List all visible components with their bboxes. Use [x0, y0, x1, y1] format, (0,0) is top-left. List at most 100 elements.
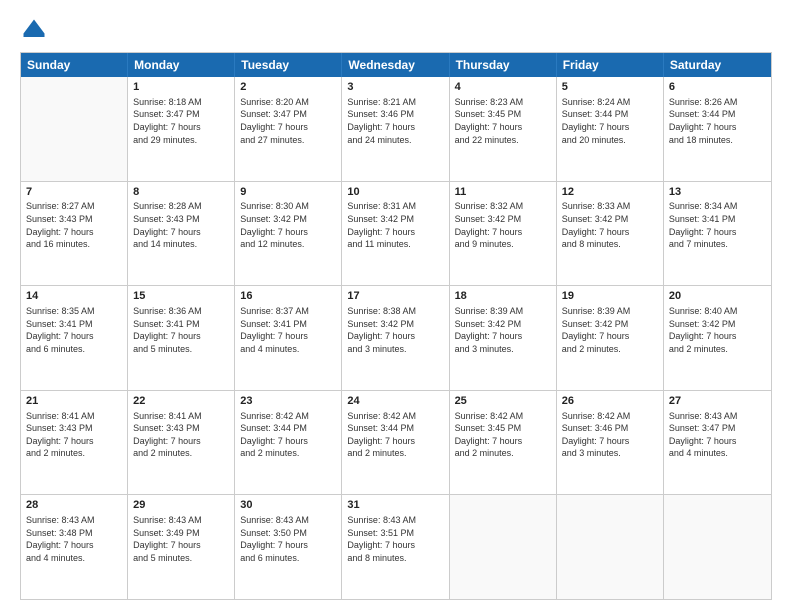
day-info: Sunrise: 8:30 AM Sunset: 3:42 PM Dayligh…: [240, 200, 336, 250]
day-info: Sunrise: 8:43 AM Sunset: 3:49 PM Dayligh…: [133, 514, 229, 564]
day-info: Sunrise: 8:43 AM Sunset: 3:48 PM Dayligh…: [26, 514, 122, 564]
day-number: 17: [347, 289, 443, 304]
header-day-monday: Monday: [128, 53, 235, 77]
day-info: Sunrise: 8:31 AM Sunset: 3:42 PM Dayligh…: [347, 200, 443, 250]
day-number: 5: [562, 80, 658, 95]
header-day-sunday: Sunday: [21, 53, 128, 77]
day-number: 3: [347, 80, 443, 95]
day-number: 13: [669, 185, 766, 200]
day-number: 12: [562, 185, 658, 200]
calendar-week-2: 7Sunrise: 8:27 AM Sunset: 3:43 PM Daylig…: [21, 181, 771, 286]
calendar-cell: [664, 495, 771, 599]
logo: [20, 16, 50, 44]
calendar-cell: 16Sunrise: 8:37 AM Sunset: 3:41 PM Dayli…: [235, 286, 342, 390]
calendar-cell: [21, 77, 128, 181]
day-number: 16: [240, 289, 336, 304]
day-info: Sunrise: 8:42 AM Sunset: 3:44 PM Dayligh…: [347, 410, 443, 460]
day-info: Sunrise: 8:20 AM Sunset: 3:47 PM Dayligh…: [240, 96, 336, 146]
calendar-week-5: 28Sunrise: 8:43 AM Sunset: 3:48 PM Dayli…: [21, 494, 771, 599]
day-number: 24: [347, 394, 443, 409]
calendar-cell: 28Sunrise: 8:43 AM Sunset: 3:48 PM Dayli…: [21, 495, 128, 599]
calendar-cell: 18Sunrise: 8:39 AM Sunset: 3:42 PM Dayli…: [450, 286, 557, 390]
day-info: Sunrise: 8:27 AM Sunset: 3:43 PM Dayligh…: [26, 200, 122, 250]
calendar-cell: 26Sunrise: 8:42 AM Sunset: 3:46 PM Dayli…: [557, 391, 664, 495]
calendar-cell: [557, 495, 664, 599]
page: SundayMondayTuesdayWednesdayThursdayFrid…: [0, 0, 792, 612]
day-info: Sunrise: 8:36 AM Sunset: 3:41 PM Dayligh…: [133, 305, 229, 355]
calendar-week-4: 21Sunrise: 8:41 AM Sunset: 3:43 PM Dayli…: [21, 390, 771, 495]
day-number: 29: [133, 498, 229, 513]
calendar-cell: 13Sunrise: 8:34 AM Sunset: 3:41 PM Dayli…: [664, 182, 771, 286]
calendar-body: 1Sunrise: 8:18 AM Sunset: 3:47 PM Daylig…: [21, 77, 771, 599]
calendar-cell: 27Sunrise: 8:43 AM Sunset: 3:47 PM Dayli…: [664, 391, 771, 495]
calendar-cell: 25Sunrise: 8:42 AM Sunset: 3:45 PM Dayli…: [450, 391, 557, 495]
day-number: 20: [669, 289, 766, 304]
day-info: Sunrise: 8:42 AM Sunset: 3:46 PM Dayligh…: [562, 410, 658, 460]
calendar-cell: 10Sunrise: 8:31 AM Sunset: 3:42 PM Dayli…: [342, 182, 449, 286]
day-number: 14: [26, 289, 122, 304]
header: [20, 16, 772, 44]
header-day-saturday: Saturday: [664, 53, 771, 77]
day-info: Sunrise: 8:43 AM Sunset: 3:50 PM Dayligh…: [240, 514, 336, 564]
day-info: Sunrise: 8:40 AM Sunset: 3:42 PM Dayligh…: [669, 305, 766, 355]
day-info: Sunrise: 8:42 AM Sunset: 3:44 PM Dayligh…: [240, 410, 336, 460]
day-number: 2: [240, 80, 336, 95]
day-info: Sunrise: 8:43 AM Sunset: 3:47 PM Dayligh…: [669, 410, 766, 460]
day-number: 15: [133, 289, 229, 304]
day-info: Sunrise: 8:41 AM Sunset: 3:43 PM Dayligh…: [26, 410, 122, 460]
day-info: Sunrise: 8:26 AM Sunset: 3:44 PM Dayligh…: [669, 96, 766, 146]
day-number: 25: [455, 394, 551, 409]
day-number: 22: [133, 394, 229, 409]
day-info: Sunrise: 8:34 AM Sunset: 3:41 PM Dayligh…: [669, 200, 766, 250]
calendar-cell: 22Sunrise: 8:41 AM Sunset: 3:43 PM Dayli…: [128, 391, 235, 495]
day-info: Sunrise: 8:37 AM Sunset: 3:41 PM Dayligh…: [240, 305, 336, 355]
calendar-cell: 15Sunrise: 8:36 AM Sunset: 3:41 PM Dayli…: [128, 286, 235, 390]
calendar-cell: 24Sunrise: 8:42 AM Sunset: 3:44 PM Dayli…: [342, 391, 449, 495]
day-number: 1: [133, 80, 229, 95]
calendar-cell: 23Sunrise: 8:42 AM Sunset: 3:44 PM Dayli…: [235, 391, 342, 495]
calendar-week-3: 14Sunrise: 8:35 AM Sunset: 3:41 PM Dayli…: [21, 285, 771, 390]
day-number: 30: [240, 498, 336, 513]
calendar-week-1: 1Sunrise: 8:18 AM Sunset: 3:47 PM Daylig…: [21, 77, 771, 181]
header-day-thursday: Thursday: [450, 53, 557, 77]
day-number: 31: [347, 498, 443, 513]
day-info: Sunrise: 8:24 AM Sunset: 3:44 PM Dayligh…: [562, 96, 658, 146]
calendar-cell: 2Sunrise: 8:20 AM Sunset: 3:47 PM Daylig…: [235, 77, 342, 181]
calendar-cell: 30Sunrise: 8:43 AM Sunset: 3:50 PM Dayli…: [235, 495, 342, 599]
calendar-cell: 12Sunrise: 8:33 AM Sunset: 3:42 PM Dayli…: [557, 182, 664, 286]
calendar-cell: 7Sunrise: 8:27 AM Sunset: 3:43 PM Daylig…: [21, 182, 128, 286]
header-day-tuesday: Tuesday: [235, 53, 342, 77]
calendar-cell: 5Sunrise: 8:24 AM Sunset: 3:44 PM Daylig…: [557, 77, 664, 181]
day-number: 6: [669, 80, 766, 95]
day-info: Sunrise: 8:32 AM Sunset: 3:42 PM Dayligh…: [455, 200, 551, 250]
calendar-cell: 8Sunrise: 8:28 AM Sunset: 3:43 PM Daylig…: [128, 182, 235, 286]
day-info: Sunrise: 8:23 AM Sunset: 3:45 PM Dayligh…: [455, 96, 551, 146]
day-info: Sunrise: 8:42 AM Sunset: 3:45 PM Dayligh…: [455, 410, 551, 460]
calendar-cell: 1Sunrise: 8:18 AM Sunset: 3:47 PM Daylig…: [128, 77, 235, 181]
day-number: 7: [26, 185, 122, 200]
day-info: Sunrise: 8:21 AM Sunset: 3:46 PM Dayligh…: [347, 96, 443, 146]
calendar-cell: 11Sunrise: 8:32 AM Sunset: 3:42 PM Dayli…: [450, 182, 557, 286]
day-number: 9: [240, 185, 336, 200]
day-info: Sunrise: 8:28 AM Sunset: 3:43 PM Dayligh…: [133, 200, 229, 250]
calendar-cell: 21Sunrise: 8:41 AM Sunset: 3:43 PM Dayli…: [21, 391, 128, 495]
header-day-friday: Friday: [557, 53, 664, 77]
day-info: Sunrise: 8:43 AM Sunset: 3:51 PM Dayligh…: [347, 514, 443, 564]
calendar-cell: 20Sunrise: 8:40 AM Sunset: 3:42 PM Dayli…: [664, 286, 771, 390]
calendar-cell: [450, 495, 557, 599]
logo-icon: [20, 16, 48, 44]
day-number: 26: [562, 394, 658, 409]
day-info: Sunrise: 8:18 AM Sunset: 3:47 PM Dayligh…: [133, 96, 229, 146]
day-info: Sunrise: 8:33 AM Sunset: 3:42 PM Dayligh…: [562, 200, 658, 250]
day-number: 8: [133, 185, 229, 200]
day-info: Sunrise: 8:35 AM Sunset: 3:41 PM Dayligh…: [26, 305, 122, 355]
day-number: 27: [669, 394, 766, 409]
day-number: 10: [347, 185, 443, 200]
calendar-cell: 3Sunrise: 8:21 AM Sunset: 3:46 PM Daylig…: [342, 77, 449, 181]
calendar-cell: 31Sunrise: 8:43 AM Sunset: 3:51 PM Dayli…: [342, 495, 449, 599]
calendar-cell: 14Sunrise: 8:35 AM Sunset: 3:41 PM Dayli…: [21, 286, 128, 390]
day-number: 19: [562, 289, 658, 304]
day-number: 23: [240, 394, 336, 409]
calendar: SundayMondayTuesdayWednesdayThursdayFrid…: [20, 52, 772, 600]
calendar-cell: 17Sunrise: 8:38 AM Sunset: 3:42 PM Dayli…: [342, 286, 449, 390]
